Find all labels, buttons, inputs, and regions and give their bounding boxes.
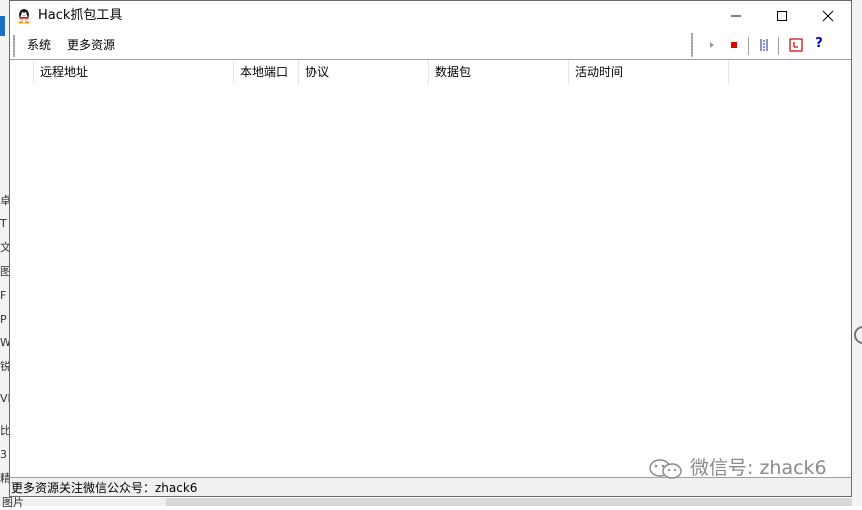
background-char: P [0, 313, 7, 326]
column-header-packets[interactable]: 数据包 [429, 60, 569, 84]
minimize-icon [731, 15, 741, 17]
toolbar-stop-button[interactable] [726, 37, 742, 53]
background-char: T [0, 217, 7, 230]
watermark-text: 微信号: zhack6 [690, 457, 827, 479]
background-char: F [0, 289, 7, 302]
help-icon[interactable]: ? [811, 37, 827, 53]
menu-bar: 系统 更多资源 ? [10, 31, 851, 59]
background-left-strip: 卓 T 文 图 F P W 锐 VI 比 3 精 [0, 0, 9, 506]
background-char: 比 [0, 424, 9, 437]
close-button[interactable] [805, 1, 851, 31]
background-taskbar-area [166, 498, 862, 506]
close-icon [822, 10, 834, 22]
title-bar[interactable]: Hack抓包工具 [10, 1, 851, 31]
background-bottom-strip: 图片 [0, 496, 862, 509]
clock-icon [789, 38, 803, 52]
toolbar-clock-button[interactable] [788, 37, 804, 53]
background-char: 图 [0, 265, 9, 278]
menu-item-more-resources[interactable]: 更多资源 [65, 38, 117, 52]
background-char: 文 [0, 241, 9, 254]
background-circle-icon [854, 326, 862, 344]
wechat-icon [649, 459, 682, 479]
background-char: 精 [0, 472, 9, 485]
column-header-blank [10, 60, 34, 84]
app-window: Hack抓包工具 系统 更多资源 ? 远程地址 本地端口 协议 数据包 活动时间… [9, 0, 852, 497]
toolbar-grip-handle[interactable] [691, 33, 693, 57]
columns-icon [760, 39, 768, 51]
stop-icon [731, 42, 737, 48]
status-text: 更多资源关注微信公众号：zhack6 [11, 481, 198, 495]
menu-item-system[interactable]: 系统 [25, 38, 53, 52]
column-header-local-port[interactable]: 本地端口 [234, 60, 299, 84]
background-char: 卓 [0, 194, 9, 207]
column-header-remote-address[interactable]: 远程地址 [34, 60, 234, 84]
toolbar-columns-button[interactable] [756, 37, 772, 53]
play-icon [710, 42, 714, 48]
connection-list[interactable]: 远程地址 本地端口 协议 数据包 活动时间 [10, 59, 851, 477]
column-header-active-time[interactable]: 活动时间 [569, 60, 729, 84]
minimize-button[interactable] [713, 1, 759, 31]
menu-grip-handle[interactable] [13, 35, 15, 57]
background-char: 锐 [0, 360, 9, 373]
background-char: 3 [0, 448, 7, 461]
background-blue-block [0, 16, 5, 36]
background-char: VI [0, 392, 9, 405]
background-right-strip [852, 0, 862, 506]
maximize-icon [777, 11, 787, 21]
column-header-protocol[interactable]: 协议 [299, 60, 429, 84]
maximize-button[interactable] [759, 1, 805, 31]
penguin-icon [16, 8, 32, 24]
window-title: Hack抓包工具 [38, 8, 123, 23]
toolbar-separator [778, 37, 779, 55]
toolbar-start-button[interactable] [704, 37, 720, 53]
toolbar-separator [748, 37, 749, 55]
background-char: W [0, 336, 9, 349]
